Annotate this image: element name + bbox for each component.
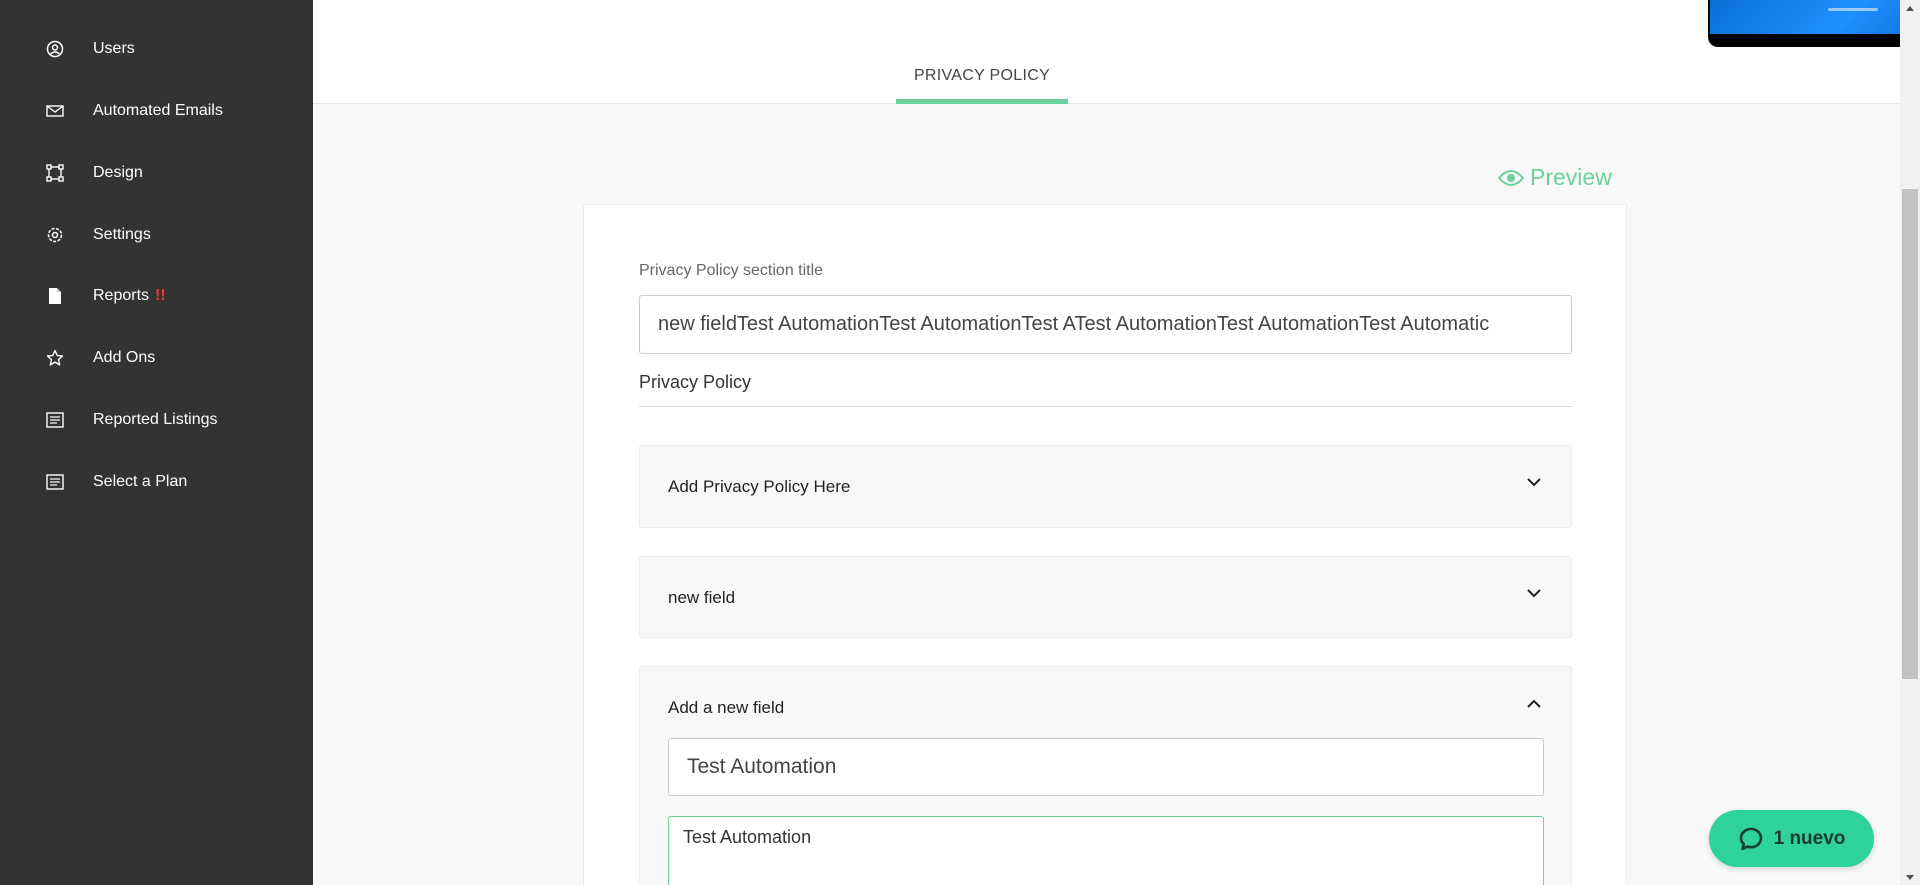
device-screen [1710, 0, 1920, 34]
chat-bubble-icon [1738, 826, 1764, 852]
sidebar-item-label: Automated Emails [93, 102, 223, 119]
tab-label: PRIVACY POLICY [913, 67, 1051, 84]
sidebar-item-reports[interactable]: Reports!! [0, 271, 313, 321]
sidebar-item-label: Reports!! [93, 287, 166, 305]
accordion-add-privacy-policy[interactable]: Add Privacy Policy Here [639, 445, 1572, 528]
chat-button[interactable]: 1 nuevo [1709, 810, 1874, 867]
user-circle-icon [45, 39, 65, 59]
accordion-title: new field [668, 588, 736, 607]
eye-icon [1498, 168, 1526, 188]
scroll-up-icon[interactable] [1900, 0, 1920, 16]
preview-label: Preview [1530, 164, 1612, 190]
sidebar-item-reported-listings[interactable]: Reported Listings [0, 395, 313, 445]
sidebar-item-label: Design [93, 164, 143, 181]
envelope-icon [45, 101, 65, 121]
star-icon [45, 348, 65, 368]
sidebar-item-label: Users [93, 40, 135, 57]
device-preview-image [1708, 0, 1920, 47]
sidebar-item-label-text: Reports [93, 287, 150, 304]
scroll-thumb[interactable] [1902, 189, 1918, 679]
sidebar-item-users[interactable]: Users [0, 24, 313, 74]
sidebar: Users Automated Emails Design Settings R… [0, 0, 313, 885]
chevron-down-icon[interactable] [1525, 473, 1543, 491]
vector-square-icon [45, 163, 65, 183]
sidebar-item-design[interactable]: Design [0, 148, 313, 198]
list-document-icon [45, 410, 65, 430]
sidebar-item-automated-emails[interactable]: Automated Emails [0, 86, 313, 136]
new-field-body-textarea[interactable]: Test Automation [668, 816, 1544, 885]
scroll-down-icon[interactable] [1900, 869, 1920, 885]
sidebar-item-label: Reported Listings [93, 411, 218, 428]
section-title-label: Privacy Policy section title [639, 262, 824, 279]
chevron-up-icon[interactable] [1525, 694, 1543, 712]
chat-label: 1 nuevo [1773, 827, 1846, 849]
new-field-title-input[interactable] [668, 738, 1544, 796]
accordion-title: Add Privacy Policy Here [668, 477, 851, 496]
section-title-input[interactable] [639, 295, 1572, 354]
chevron-down-icon[interactable] [1525, 584, 1543, 602]
tab-active-indicator [896, 99, 1068, 104]
sidebar-item-label: Settings [93, 226, 151, 243]
sidebar-item-label: Add Ons [93, 349, 156, 366]
accordion-title: Add a new field [668, 698, 785, 717]
sidebar-item-label: Select a Plan [93, 473, 188, 490]
preview-link[interactable]: Preview [1498, 164, 1612, 191]
accordion-new-field[interactable]: new field [639, 556, 1572, 638]
sidebar-item-settings[interactable]: Settings [0, 210, 313, 260]
gear-icon [45, 225, 65, 245]
list-document-icon [45, 472, 65, 492]
divider [639, 406, 1572, 407]
tab-privacy-policy[interactable]: PRIVACY POLICY [896, 52, 1068, 104]
file-icon [45, 286, 65, 306]
page-header: PRIVACY POLICY [313, 0, 1920, 104]
section-heading: Privacy Policy [639, 372, 752, 392]
sidebar-item-add-ons[interactable]: Add Ons [0, 333, 313, 383]
alert-badge: !! [155, 287, 166, 304]
sidebar-item-select-a-plan[interactable]: Select a Plan [0, 457, 313, 507]
page-scrollbar[interactable] [1900, 0, 1920, 885]
